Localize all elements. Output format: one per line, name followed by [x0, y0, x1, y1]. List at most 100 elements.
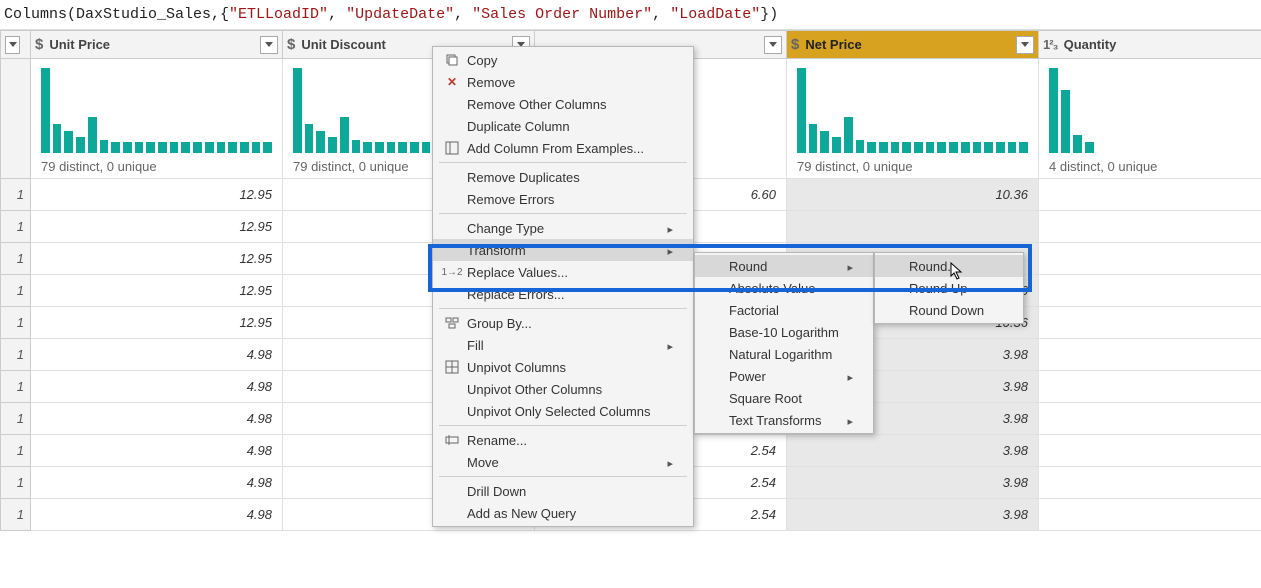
menu-item-unpivot-columns[interactable]: Unpivot Columns [433, 356, 693, 378]
cell[interactable] [787, 211, 1039, 243]
menu-item-label: Text Transforms [725, 413, 831, 428]
menu-item-label: Replace Values... [463, 265, 673, 280]
menu-item-drill-down[interactable]: Drill Down [433, 480, 693, 502]
menu-separator [439, 308, 687, 309]
cell[interactable] [1039, 339, 1261, 371]
cell[interactable]: 12.95 [31, 275, 283, 307]
column-filter-dropdown[interactable] [764, 36, 782, 54]
cell[interactable] [1039, 499, 1261, 531]
submenu-arrow-icon [667, 221, 673, 236]
submenu-arrow-icon [667, 338, 673, 353]
round-submenu[interactable]: Round... Round Up Round Down [874, 252, 1024, 324]
menu-item-natural-logarithm[interactable]: Natural Logarithm [695, 343, 873, 365]
menu-item-base-10-logarithm[interactable]: Base-10 Logarithm [695, 321, 873, 343]
menu-item-absolute-value[interactable]: Absolute Value [695, 277, 873, 299]
menu-item-label: Round Up [905, 281, 1003, 296]
cell[interactable] [1039, 467, 1261, 499]
cell[interactable]: 4.98 [31, 371, 283, 403]
menu-item-factorial[interactable]: Factorial [695, 299, 873, 321]
currency-type-icon [287, 36, 295, 53]
column-header-quantity[interactable]: Quantity [1039, 31, 1261, 59]
menu-item-label: Round Down [905, 303, 1003, 318]
column-header-net-price[interactable]: Net Price [787, 31, 1039, 59]
formula-bar[interactable]: Columns(DaxStudio_Sales,{"ETLLoadID", "U… [0, 0, 1261, 30]
cell[interactable]: 3.98 [787, 435, 1039, 467]
menu-item-unpivot-only-selected-columns[interactable]: Unpivot Only Selected Columns [433, 400, 693, 422]
menu-item-group-by[interactable]: Group By... [433, 312, 693, 334]
cell[interactable] [1039, 307, 1261, 339]
menu-item-round[interactable]: Round... [875, 255, 1023, 277]
menu-item-add-column-from-examples[interactable]: Add Column From Examples... [433, 137, 693, 159]
menu-item-label: Power [725, 369, 831, 384]
cell[interactable]: 1 [1, 243, 31, 275]
cell[interactable]: 1 [1, 371, 31, 403]
cell[interactable]: 12.95 [31, 179, 283, 211]
cell[interactable]: 3.98 [787, 499, 1039, 531]
cell[interactable]: 1 [1, 499, 31, 531]
cell[interactable]: 1 [1, 435, 31, 467]
cell[interactable]: 1 [1, 211, 31, 243]
column-label: Net Price [805, 37, 1016, 52]
column-filter-dropdown[interactable] [260, 36, 278, 54]
menu-item-unpivot-other-columns[interactable]: Unpivot Other Columns [433, 378, 693, 400]
cell[interactable]: 1 [1, 275, 31, 307]
menu-item-rename[interactable]: Rename... [433, 429, 693, 451]
cell[interactable]: 1 [1, 179, 31, 211]
cell[interactable] [1039, 275, 1261, 307]
cell[interactable] [1039, 371, 1261, 403]
cell[interactable] [1039, 211, 1261, 243]
menu-item-square-root[interactable]: Square Root [695, 387, 873, 409]
menu-separator [439, 213, 687, 214]
menu-item-label: Remove Other Columns [463, 97, 673, 112]
menu-item-text-transforms[interactable]: Text Transforms [695, 409, 873, 431]
menu-item-remove[interactable]: ✕Remove [433, 71, 693, 93]
column-filter-dropdown[interactable] [1016, 36, 1034, 54]
menu-item-remove-other-columns[interactable]: Remove Other Columns [433, 93, 693, 115]
menu-item-move[interactable]: Move [433, 451, 693, 473]
cell[interactable]: 4.98 [31, 467, 283, 499]
cell[interactable]: 1 [1, 403, 31, 435]
cell[interactable] [1039, 179, 1261, 211]
cell[interactable]: 4.98 [31, 435, 283, 467]
cell[interactable]: 1 [1, 307, 31, 339]
cell[interactable]: 1 [1, 339, 31, 371]
menu-item-power[interactable]: Power [695, 365, 873, 387]
menu-item-label: Round [725, 259, 831, 274]
menu-item-remove-errors[interactable]: Remove Errors [433, 188, 693, 210]
histogram [1049, 63, 1251, 153]
cell[interactable]: 4.98 [31, 499, 283, 531]
menu-item-add-as-new-query[interactable]: Add as New Query [433, 502, 693, 524]
menu-item-remove-duplicates[interactable]: Remove Duplicates [433, 166, 693, 188]
menu-separator [439, 476, 687, 477]
cell[interactable]: 1 [1, 467, 31, 499]
menu-item-replace-values[interactable]: 1→2Replace Values... [433, 261, 693, 283]
cell[interactable] [1039, 243, 1261, 275]
menu-item-round-up[interactable]: Round Up [875, 277, 1023, 299]
menu-item-replace-errors[interactable]: Replace Errors... [433, 283, 693, 305]
menu-item-change-type[interactable]: Change Type [433, 217, 693, 239]
column-header-unit-price[interactable]: Unit Price [31, 31, 283, 59]
cell[interactable] [1039, 403, 1261, 435]
row-header-corner[interactable] [1, 31, 31, 59]
cell[interactable]: 12.95 [31, 243, 283, 275]
transform-submenu[interactable]: Round Absolute ValueFactorialBase-10 Loga… [694, 252, 874, 434]
cell[interactable]: 3.98 [787, 467, 1039, 499]
menu-item-transform[interactable]: Transform [433, 239, 693, 261]
cell[interactable]: 12.95 [31, 307, 283, 339]
cell[interactable]: 4.98 [31, 403, 283, 435]
menu-item-round-down[interactable]: Round Down [875, 299, 1023, 321]
column-context-menu[interactable]: Copy✕Remove Remove Other Columns Duplicate… [432, 46, 694, 527]
cell[interactable]: 4.98 [31, 339, 283, 371]
currency-type-icon [791, 36, 799, 53]
cell[interactable]: 12.95 [31, 211, 283, 243]
menu-item-fill[interactable]: Fill [433, 334, 693, 356]
group-icon [441, 316, 463, 330]
menu-item-duplicate-column[interactable]: Duplicate Column [433, 115, 693, 137]
cell[interactable]: 10.36 [787, 179, 1039, 211]
profile-text: 4 distinct, 0 unique [1049, 159, 1251, 174]
cell[interactable] [1039, 435, 1261, 467]
menu-item-copy[interactable]: Copy [433, 49, 693, 71]
menu-item-round[interactable]: Round [695, 255, 873, 277]
filter-icon[interactable] [5, 36, 20, 54]
menu-item-label: Change Type [463, 221, 651, 236]
